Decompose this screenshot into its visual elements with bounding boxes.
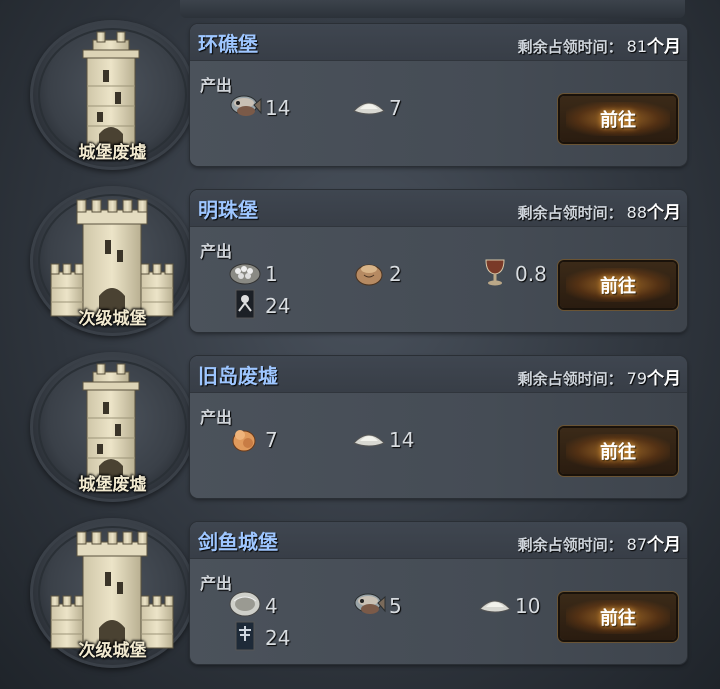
resource-item: 1 bbox=[228, 258, 278, 290]
resource-item: 7 bbox=[352, 92, 402, 124]
occupy-unit: 个月 bbox=[647, 369, 681, 389]
occupy-label: 剩余占领时间： bbox=[517, 536, 623, 554]
occupy-unit: 个月 bbox=[647, 37, 681, 57]
resource-item: 14 bbox=[352, 424, 414, 456]
resource-value: 1 bbox=[265, 262, 278, 286]
oyster-icon bbox=[228, 589, 262, 623]
go-button-label: 前往 bbox=[600, 608, 636, 629]
go-button[interactable]: 前往 bbox=[560, 262, 676, 308]
resource-item: 0.8 bbox=[478, 258, 547, 290]
panel-header: 明珠堡 剩余占领时间： 88个月 bbox=[190, 190, 687, 227]
castle-medallion: 城堡废墟 bbox=[30, 20, 195, 170]
panel-header: 环礁堡 剩余占领时间： 81个月 bbox=[190, 24, 687, 61]
castle-name: 明珠堡 bbox=[198, 198, 258, 222]
go-button-label: 前往 bbox=[600, 110, 636, 131]
resource-item: 4 bbox=[228, 590, 278, 622]
salt-icon bbox=[352, 91, 386, 125]
soldier-banner-icon bbox=[228, 289, 262, 323]
occupy-label: 剩余占领时间： bbox=[517, 38, 623, 56]
fish-icon bbox=[352, 589, 386, 623]
salt-icon bbox=[352, 423, 386, 457]
go-button-label: 前往 bbox=[600, 442, 636, 463]
castle-name: 环礁堡 bbox=[198, 32, 258, 56]
occupy-months: 79 bbox=[626, 369, 647, 388]
resource-item: 14 bbox=[228, 92, 290, 124]
occupy-time: 剩余占领时间： 87个月 bbox=[518, 530, 681, 555]
resource-value: 14 bbox=[389, 428, 415, 452]
castle-card: 城堡废墟 旧岛废墟 剩余占领时间： 79个月 产出 7 14 前往 bbox=[30, 352, 687, 502]
go-button-label: 前往 bbox=[600, 276, 636, 297]
resource-value: 4 bbox=[265, 594, 278, 618]
resource-value: 14 bbox=[265, 96, 291, 120]
resource-item: 24 bbox=[228, 621, 291, 655]
castle-medallion: 次级城堡 bbox=[30, 186, 195, 336]
resource-value: 7 bbox=[389, 96, 402, 120]
resource-value: 2 bbox=[389, 262, 402, 286]
castle-info-panel: 旧岛废墟 剩余占领时间： 79个月 产出 7 14 前往 bbox=[190, 356, 687, 498]
occupy-months: 87 bbox=[626, 535, 647, 554]
castle-info-panel: 明珠堡 剩余占领时间： 88个月 产出 1 2 0.8 24 前往 bbox=[190, 190, 687, 332]
go-button[interactable]: 前往 bbox=[560, 428, 676, 474]
occupy-label: 剩余占领时间： bbox=[517, 204, 623, 222]
coral-icon bbox=[228, 423, 262, 457]
occupy-time: 剩余占领时间： 88个月 bbox=[518, 198, 681, 223]
castle-medallion: 城堡废墟 bbox=[30, 352, 195, 502]
castle-card: 次级城堡 剑鱼城堡 剩余占领时间： 87个月 产出 4 5 10 24 前往 bbox=[30, 518, 687, 668]
occupy-unit: 个月 bbox=[647, 203, 681, 223]
resource-item: 2 bbox=[352, 258, 402, 290]
castle-card: 次级城堡 明珠堡 剩余占领时间： 88个月 产出 1 2 0.8 24 前往 bbox=[30, 186, 687, 336]
resource-value: 7 bbox=[265, 428, 278, 452]
castle-info-panel: 剑鱼城堡 剩余占领时间： 87个月 产出 4 5 10 24 前往 bbox=[190, 522, 687, 664]
goblet-icon bbox=[478, 257, 512, 291]
occupy-time: 剩余占领时间： 81个月 bbox=[518, 32, 681, 57]
resource-item: 7 bbox=[228, 424, 278, 456]
resource-value: 24 bbox=[265, 294, 291, 318]
occupy-time: 剩余占领时间： 79个月 bbox=[518, 364, 681, 389]
castle-info-panel: 环礁堡 剩余占领时间： 81个月 产出 14 7 前往 bbox=[190, 24, 687, 166]
castle-type-label: 次级城堡 bbox=[78, 641, 147, 661]
fish-icon bbox=[228, 91, 262, 125]
castle-name: 旧岛废墟 bbox=[198, 364, 278, 388]
occupy-label: 剩余占领时间： bbox=[517, 370, 623, 388]
panel-header: 剑鱼城堡 剩余占领时间： 87个月 bbox=[190, 522, 687, 559]
castle-type-label: 城堡废墟 bbox=[78, 143, 147, 163]
resource-item: 10 bbox=[478, 590, 540, 622]
resource-value: 24 bbox=[265, 626, 291, 650]
occupy-months: 88 bbox=[626, 203, 647, 222]
salt-icon bbox=[478, 589, 512, 623]
troop-banner-icon bbox=[228, 621, 262, 655]
occupy-unit: 个月 bbox=[647, 535, 681, 555]
go-button[interactable]: 前往 bbox=[560, 96, 676, 142]
resource-item: 24 bbox=[228, 289, 291, 323]
resource-item: 5 bbox=[352, 590, 402, 622]
castle-type-label: 次级城堡 bbox=[78, 309, 147, 329]
resource-value: 10 bbox=[515, 594, 541, 618]
resource-value: 0.8 bbox=[515, 262, 547, 286]
castle-type-label: 城堡废墟 bbox=[78, 475, 147, 495]
go-button[interactable]: 前往 bbox=[560, 594, 676, 640]
grain-sack-icon bbox=[352, 257, 386, 291]
castle-medallion: 次级城堡 bbox=[30, 518, 195, 668]
resource-value: 5 bbox=[389, 594, 402, 618]
castle-name: 剑鱼城堡 bbox=[198, 530, 278, 554]
occupy-months: 81 bbox=[626, 37, 647, 56]
list-top-edge bbox=[180, 0, 685, 18]
panel-header: 旧岛废墟 剩余占领时间： 79个月 bbox=[190, 356, 687, 393]
castle-card: 城堡废墟 环礁堡 剩余占领时间： 81个月 产出 14 7 前往 bbox=[30, 20, 687, 170]
pearl-icon bbox=[228, 257, 262, 291]
